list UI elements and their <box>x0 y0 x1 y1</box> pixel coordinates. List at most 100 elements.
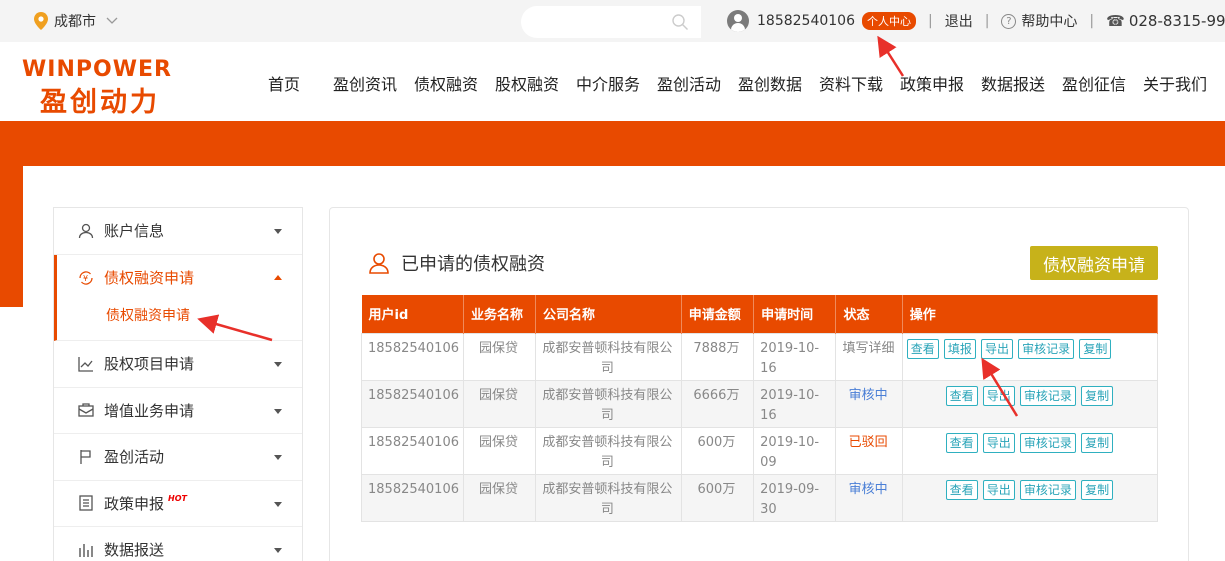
table-header-row: 用户id 业务名称 公司名称 申请金额 申请时间 状态 操作 <box>361 295 1159 333</box>
cell-user-id: 18582540106 <box>361 332 464 381</box>
cell-business: 园保贷 <box>462 426 537 475</box>
hotline-number: 028-8315-9999 <box>1128 12 1225 30</box>
user-phone[interactable]: 18582540106 <box>757 13 855 29</box>
sidebar-item-equity-project[interactable]: 股权项目申请 <box>54 341 302 388</box>
bar-chart-icon <box>77 541 95 559</box>
export-button[interactable]: 导出 <box>982 432 1015 453</box>
cell-actions: 查看 导出 审核记录 复制 <box>901 379 1159 428</box>
column-header-business: 业务名称 <box>463 295 537 333</box>
user-area: 18582540106 个人中心 | 退出 | ? 帮助中心 | ☎ 028-8… <box>727 8 1225 34</box>
cell-user-id: 18582540106 <box>361 426 464 475</box>
audit-record-button[interactable]: 审核记录 <box>1019 432 1076 453</box>
nav-item-data[interactable]: 盈创数据 <box>738 71 802 95</box>
copy-button[interactable]: 复制 <box>1081 479 1114 500</box>
nav-item-home[interactable]: 首页 <box>268 71 300 95</box>
location-pin-icon <box>34 12 48 30</box>
help-icon: ? <box>1001 13 1017 29</box>
hot-badge: HOT <box>168 493 187 503</box>
sidebar-item-label: 数据报送 <box>104 541 165 560</box>
sidebar-item-label: 政策申报 <box>104 494 165 513</box>
audit-record-button[interactable]: 审核记录 <box>1018 338 1075 359</box>
logout-link[interactable]: 退出 <box>945 11 973 31</box>
nav-item-downloads[interactable]: 资料下载 <box>819 71 883 95</box>
cell-amount: 6666万 <box>680 379 755 428</box>
nav-item-activities[interactable]: 盈创活动 <box>657 71 721 95</box>
cell-amount: 7888万 <box>680 332 755 381</box>
column-header-status: 状态 <box>835 295 903 333</box>
cell-user-id: 18582540106 <box>361 473 464 522</box>
nav-item-credit[interactable]: 盈创征信 <box>1062 71 1126 95</box>
cell-date: 2019-10-16 <box>753 332 837 381</box>
audit-record-button[interactable]: 审核记录 <box>1019 479 1076 500</box>
cell-company: 成都安普顿科技有限公司 <box>535 379 682 428</box>
user-icon <box>77 222 95 240</box>
fill-button[interactable]: 填报 <box>943 338 976 359</box>
nav-item-news[interactable]: 盈创资讯 <box>333 71 397 95</box>
view-button[interactable]: 查看 <box>906 338 939 359</box>
cell-actions: 查看 填报 导出 审核记录 复制 <box>901 332 1159 381</box>
view-button[interactable]: 查看 <box>945 479 978 500</box>
top-utility-bar: 成都市 18582540106 个人中心 | 退出 | ? 帮助中心 | ☎ 0… <box>0 0 1225 42</box>
cell-date: 2019-09-30 <box>753 473 837 522</box>
column-header-amount: 申请金额 <box>681 295 755 333</box>
chart-line-icon <box>77 355 95 373</box>
divider: | <box>1089 13 1095 29</box>
help-center-link[interactable]: 帮助中心 <box>1021 11 1077 31</box>
caret-down-icon <box>274 501 282 507</box>
sidebar-item-activities[interactable]: 盈创活动 <box>54 434 302 481</box>
nav-item-about[interactable]: 关于我们 <box>1143 71 1207 95</box>
search-icon[interactable] <box>671 13 689 31</box>
view-button[interactable]: 查看 <box>945 385 978 406</box>
sidebar: 账户信息 ¥ 债权融资申请 债权融资申请 股权项目申请 增值业务申请 盈创活动 … <box>53 207 303 561</box>
column-header-company: 公司名称 <box>535 295 682 333</box>
audit-record-button[interactable]: 审核记录 <box>1019 385 1076 406</box>
copy-button[interactable]: 复制 <box>1081 385 1114 406</box>
cell-date: 2019-10-09 <box>753 426 837 475</box>
cell-status: 填写详细 <box>835 332 903 381</box>
caret-down-icon <box>274 455 282 460</box>
sidebar-item-data-report[interactable]: 数据报送 <box>54 527 302 561</box>
city-label: 成都市 <box>54 14 96 30</box>
caret-down-icon <box>274 229 282 234</box>
sidebar-item-label: 账户信息 <box>104 222 165 241</box>
nav-item-policy[interactable]: 政策申报 <box>900 71 964 95</box>
view-button[interactable]: 查看 <box>945 432 978 453</box>
avatar[interactable] <box>727 10 749 32</box>
panel-title-text: 已申请的债权融资 <box>401 254 545 275</box>
export-button[interactable]: 导出 <box>982 385 1015 406</box>
table-row: 18582540106 园保贷 成都安普顿科技有限公司 600万 2019-10… <box>361 426 1159 475</box>
export-button[interactable]: 导出 <box>982 479 1015 500</box>
export-button[interactable]: 导出 <box>981 338 1014 359</box>
cell-date: 2019-10-16 <box>753 379 837 428</box>
svg-text:¥: ¥ <box>83 274 88 283</box>
cell-actions: 查看 导出 审核记录 复制 <box>901 473 1159 522</box>
briefcase-icon <box>77 401 95 419</box>
nav-item-data-report[interactable]: 数据报送 <box>981 71 1045 95</box>
sidebar-item-label: 盈创活动 <box>104 448 165 467</box>
main-nav: 首页 盈创资讯 债权融资 股权融资 中介服务 盈创活动 盈创数据 资料下载 政策… <box>0 71 1225 95</box>
cell-amount: 600万 <box>680 473 755 522</box>
personal-center-badge[interactable]: 个人中心 <box>861 12 916 30</box>
copy-button[interactable]: 复制 <box>1081 432 1114 453</box>
sidebar-item-debt-application[interactable]: ¥ 债权融资申请 <box>54 254 302 301</box>
debt-apply-button[interactable]: 债权融资申请 <box>1030 246 1158 280</box>
copy-button[interactable]: 复制 <box>1079 338 1112 359</box>
sidebar-item-value-added[interactable]: 增值业务申请 <box>54 388 302 434</box>
chevron-down-icon <box>106 17 118 24</box>
sidebar-item-policy[interactable]: 政策申报 HOT <box>54 481 302 527</box>
nav-item-equity-financing[interactable]: 股权融资 <box>495 71 559 95</box>
nav-item-debt-financing[interactable]: 债权融资 <box>414 71 478 95</box>
nav-item-intermediary[interactable]: 中介服务 <box>576 71 640 95</box>
sidebar-subitem-debt-application[interactable]: 债权融资申请 <box>54 301 302 341</box>
cell-status: 审核中 <box>835 473 903 522</box>
search-input[interactable] <box>521 6 701 38</box>
sidebar-item-account[interactable]: 账户信息 <box>54 208 302 255</box>
sidebar-item-label: 股权项目申请 <box>104 355 195 374</box>
cell-business: 园保贷 <box>462 379 537 428</box>
caret-down-icon <box>274 408 282 414</box>
divider: | <box>927 13 933 29</box>
city-selector[interactable]: 成都市 <box>34 11 118 31</box>
cell-business: 园保贷 <box>462 473 537 522</box>
phone-icon: ☎ <box>1106 12 1125 30</box>
user-outline-icon <box>369 253 389 274</box>
